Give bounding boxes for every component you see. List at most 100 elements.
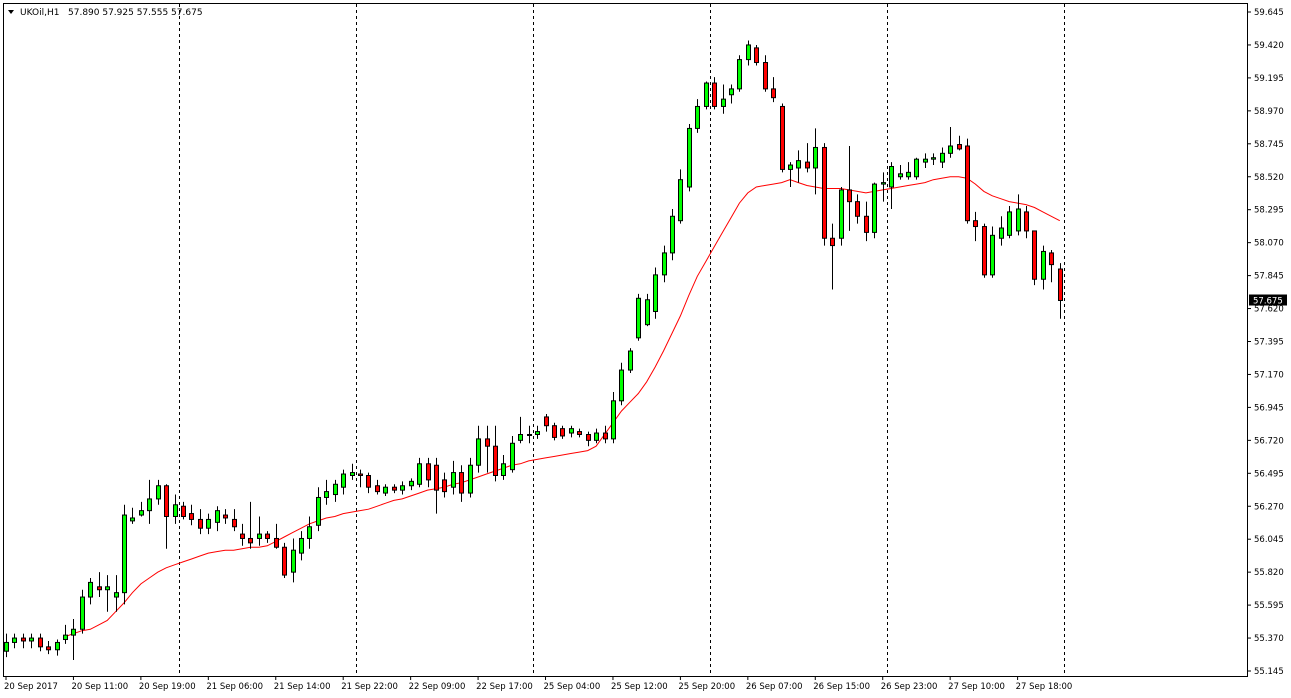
candle	[38, 633, 43, 652]
y-tick-label: 58.745	[1254, 140, 1284, 150]
candle	[459, 465, 464, 502]
current-price-label: 57.675	[1253, 297, 1283, 307]
candle-body-bull	[619, 369, 624, 402]
candle-body-bull	[105, 586, 110, 591]
candle	[12, 633, 17, 649]
candle	[763, 55, 768, 92]
symbol-label: UKOil,H1	[20, 8, 59, 18]
candle-body-bull	[535, 431, 540, 435]
plot-area-border	[3, 3, 1248, 677]
x-tick-label: 27 Sep 10:00	[948, 682, 1005, 692]
candle	[577, 428, 582, 438]
ohlc-label: 57.890 57.925 57.555 57.675	[68, 8, 203, 18]
y-tick-label: 58.070	[1254, 239, 1284, 249]
candle	[1007, 206, 1012, 239]
candle-body-bull	[299, 537, 304, 554]
candle	[350, 463, 355, 480]
x-tick-label: 21 Sep 22:00	[341, 682, 398, 692]
candle	[999, 216, 1004, 246]
candle	[603, 425, 608, 444]
candle-body-bull	[721, 98, 726, 107]
candle-body-bull	[63, 634, 68, 641]
candle	[173, 494, 178, 524]
candle-body-bull	[29, 637, 34, 642]
candle	[1016, 194, 1021, 236]
candle-body-bull	[695, 105, 700, 129]
candle	[754, 44, 759, 66]
candle-body-bull	[999, 227, 1004, 239]
candle	[215, 506, 220, 532]
candle	[982, 223, 987, 278]
candle-body-bear	[21, 637, 26, 642]
y-tick-label: 56.270	[1254, 502, 1284, 512]
candle-body-bear	[973, 220, 978, 228]
candle-body-bear	[855, 201, 860, 217]
candle-body-bull	[737, 59, 742, 90]
candle-body-bull	[662, 252, 667, 276]
candle	[586, 431, 591, 447]
candle-body-bull	[636, 297, 641, 339]
candle-body-bull	[130, 517, 135, 522]
candle	[198, 509, 203, 535]
candle	[223, 509, 228, 524]
candle	[948, 126, 953, 158]
candle	[746, 40, 751, 66]
candle	[63, 624, 68, 644]
candle-body-bull	[704, 82, 709, 107]
candle-body-bear	[1032, 230, 1037, 280]
y-axis: 59.645 59.420 59.195 58.970 58.745 58.520 58.2…	[1247, 8, 1284, 677]
candle-body-bear	[181, 505, 186, 518]
moving-average-layer	[64, 176, 1061, 638]
candle-body-bull	[1041, 250, 1046, 280]
y-tick-label: 57.170	[1254, 370, 1284, 380]
candle	[105, 575, 110, 612]
candle	[114, 575, 119, 612]
x-tick-label: 25 Sep 20:00	[678, 682, 735, 692]
candle	[560, 425, 565, 439]
candle	[619, 362, 624, 406]
candle	[442, 472, 447, 498]
candle	[771, 77, 776, 103]
candle-body-bear	[771, 88, 776, 99]
candle-body-bear	[603, 432, 608, 440]
chevron-down-icon[interactable]	[8, 10, 14, 14]
candle-body-bull	[653, 274, 658, 312]
candle-body-bear	[426, 463, 431, 481]
chart-header: UKOil,H1 57.890 57.925 57.555 57.675	[8, 8, 203, 18]
candle-body-bull	[746, 44, 751, 61]
y-tick-label: 55.595	[1254, 601, 1284, 611]
y-tick-label: 59.645	[1254, 8, 1284, 18]
candle	[71, 619, 76, 661]
candle	[931, 153, 936, 166]
candle	[847, 145, 852, 231]
candle	[636, 293, 641, 341]
candle-body-bear	[97, 586, 102, 591]
candle	[518, 416, 523, 444]
candle	[333, 479, 338, 502]
candle	[156, 479, 161, 505]
candle-body-bear	[864, 215, 869, 233]
candles-layer	[4, 40, 1063, 661]
candle-body-bull	[594, 432, 599, 441]
candle	[914, 157, 919, 180]
candle	[189, 504, 194, 526]
candle	[872, 182, 877, 239]
candle-body-bull	[307, 526, 312, 539]
candle-body-bear	[1024, 211, 1029, 232]
candle-body-bear	[189, 513, 194, 520]
candle	[552, 422, 557, 441]
candle-body-bull	[383, 486, 388, 494]
candle-body-bull	[122, 514, 127, 594]
candle	[476, 425, 481, 473]
candle-body-bear	[223, 514, 228, 519]
candle	[493, 425, 498, 482]
candle	[611, 392, 616, 444]
candle-body-bull	[948, 145, 953, 154]
x-tick-label: 22 Sep 17:00	[476, 682, 533, 692]
candle-body-bull	[156, 485, 161, 500]
candle-body-bear	[164, 485, 169, 518]
candle	[940, 147, 945, 168]
candle	[864, 201, 869, 242]
candle	[468, 457, 473, 498]
candle	[855, 194, 860, 224]
